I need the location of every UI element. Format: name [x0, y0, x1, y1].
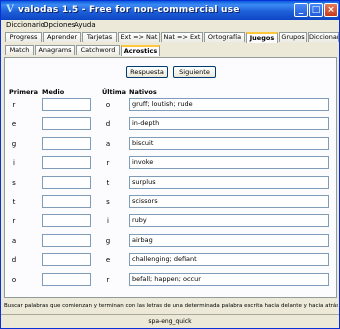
app-window: V valodas 1.5 - Free for non-commercial … — [0, 0, 340, 329]
acrostic-row: e d in-depth — [5, 117, 336, 131]
close-button[interactable]: × — [324, 3, 338, 17]
subtab-acrostics[interactable]: Acrostics — [121, 45, 160, 56]
acrostic-row: d e challenging; defiant — [5, 253, 336, 267]
minimize-button[interactable]: _ — [294, 3, 308, 17]
tab-grupos[interactable]: Grupos — [279, 32, 307, 42]
subtab-anagrams[interactable]: Anagrams — [35, 45, 75, 55]
native-translation: challenging; defiant — [129, 253, 329, 267]
native-translation: befall; happen; occur — [129, 272, 329, 286]
first-letter: a — [11, 236, 17, 245]
subtab-catchword[interactable]: Catchword — [76, 45, 120, 55]
tab-tarjetas[interactable]: Tarjetas — [82, 32, 117, 42]
header-first: Primera — [9, 88, 38, 96]
acrostic-row: r o gruff; loutish; rude — [5, 98, 336, 112]
middle-word-input[interactable] — [42, 98, 91, 111]
first-letter: g — [11, 139, 17, 148]
last-letter: d — [105, 120, 111, 129]
header-last: Última — [102, 88, 127, 96]
middle-word-input[interactable] — [42, 156, 91, 170]
menu-opciones[interactable]: Opciones — [43, 20, 75, 31]
middle-word-input[interactable] — [42, 117, 91, 131]
last-letter: o — [105, 101, 111, 109]
last-letter: t — [106, 178, 110, 187]
middle-word-input[interactable] — [42, 136, 91, 150]
tab-progress[interactable]: Progress — [5, 32, 42, 42]
native-translation: in-depth — [129, 117, 329, 131]
last-letter: r — [106, 275, 110, 284]
first-letter: d — [11, 256, 17, 265]
first-letter: r — [12, 101, 16, 109]
middle-word-input[interactable] — [42, 195, 91, 208]
app-icon: V — [6, 4, 14, 15]
last-letter: s — [106, 198, 110, 206]
game-tabs: Match Anagrams Catchword Acrostics — [1, 45, 339, 56]
close-icon: × — [327, 5, 335, 15]
middle-word-input[interactable] — [42, 214, 91, 228]
middle-word-input[interactable] — [42, 175, 91, 189]
instructions-text: Buscar palabras que comienzan y terminan… — [4, 303, 338, 309]
native-translation: scissors — [129, 195, 329, 208]
tab-ortografia[interactable]: Ortografía — [204, 32, 245, 42]
tab-ext-nat[interactable]: Ext => Nat — [118, 32, 160, 42]
acrostic-row: g a biscuit — [5, 136, 336, 151]
first-letter: r — [12, 217, 16, 226]
tab-diccionario[interactable]: Diccionar — [308, 32, 339, 42]
native-translation: biscuit — [129, 136, 329, 150]
last-letter: a — [105, 139, 111, 148]
first-letter: t — [12, 198, 16, 206]
menu-bar: Diccionario Opciones Ayuda — [1, 20, 339, 31]
middle-word-input[interactable] — [42, 272, 91, 286]
answer-button[interactable]: Respuesta — [126, 66, 168, 78]
main-tabs: Progress Aprender Tarjetas Ext => Nat Na… — [1, 32, 339, 43]
native-translation: surplus — [129, 175, 329, 189]
native-translation: gruff; loutish; rude — [129, 98, 329, 111]
acrostic-row: s t surplus — [5, 175, 336, 190]
maximize-button[interactable]: □ — [309, 3, 323, 17]
first-letter: o — [11, 275, 17, 284]
last-letter: i — [107, 217, 109, 226]
status-dictionary: spa-eng_quick — [148, 318, 192, 325]
tab-aprender[interactable]: Aprender — [43, 32, 81, 42]
header-middle: Medio — [42, 88, 65, 96]
acrostics-panel: Respuesta Siguiente Primera Medio Última… — [4, 57, 337, 298]
last-letter: e — [105, 256, 111, 265]
first-letter: s — [12, 178, 16, 187]
title-bar[interactable]: V valodas 1.5 - Free for non-commercial … — [1, 1, 339, 20]
acrostic-row: r i ruby — [5, 214, 336, 228]
tab-juegos[interactable]: Juegos — [246, 32, 278, 43]
middle-word-input[interactable] — [42, 253, 91, 267]
subtab-match[interactable]: Match — [5, 45, 34, 55]
first-letter: i — [13, 159, 15, 168]
minimize-icon: _ — [298, 5, 304, 15]
acrostic-row: a g airbag — [5, 233, 336, 248]
native-translation: airbag — [129, 233, 329, 247]
last-letter: r — [106, 159, 110, 168]
tab-nat-ext[interactable]: Nat => Ext — [161, 32, 203, 42]
status-bar: spa-eng_quick — [1, 314, 339, 328]
next-button[interactable]: Siguiente — [173, 66, 216, 78]
menu-diccionario[interactable]: Diccionario — [6, 20, 45, 31]
acrostic-row: t s scissors — [5, 195, 336, 209]
acrostic-row: o r befall; happen; occur — [5, 272, 336, 287]
native-translation: ruby — [129, 214, 329, 228]
acrostic-row: i r invoke — [5, 156, 336, 170]
last-letter: g — [105, 236, 111, 245]
menu-ayuda[interactable]: Ayuda — [74, 20, 96, 31]
native-translation: invoke — [129, 156, 329, 170]
window-title: valodas 1.5 - Free for non-commercial us… — [18, 5, 240, 15]
middle-word-input[interactable] — [42, 233, 91, 247]
header-native: Nativos — [129, 88, 157, 96]
maximize-icon: □ — [311, 5, 321, 15]
first-letter: e — [11, 120, 17, 129]
